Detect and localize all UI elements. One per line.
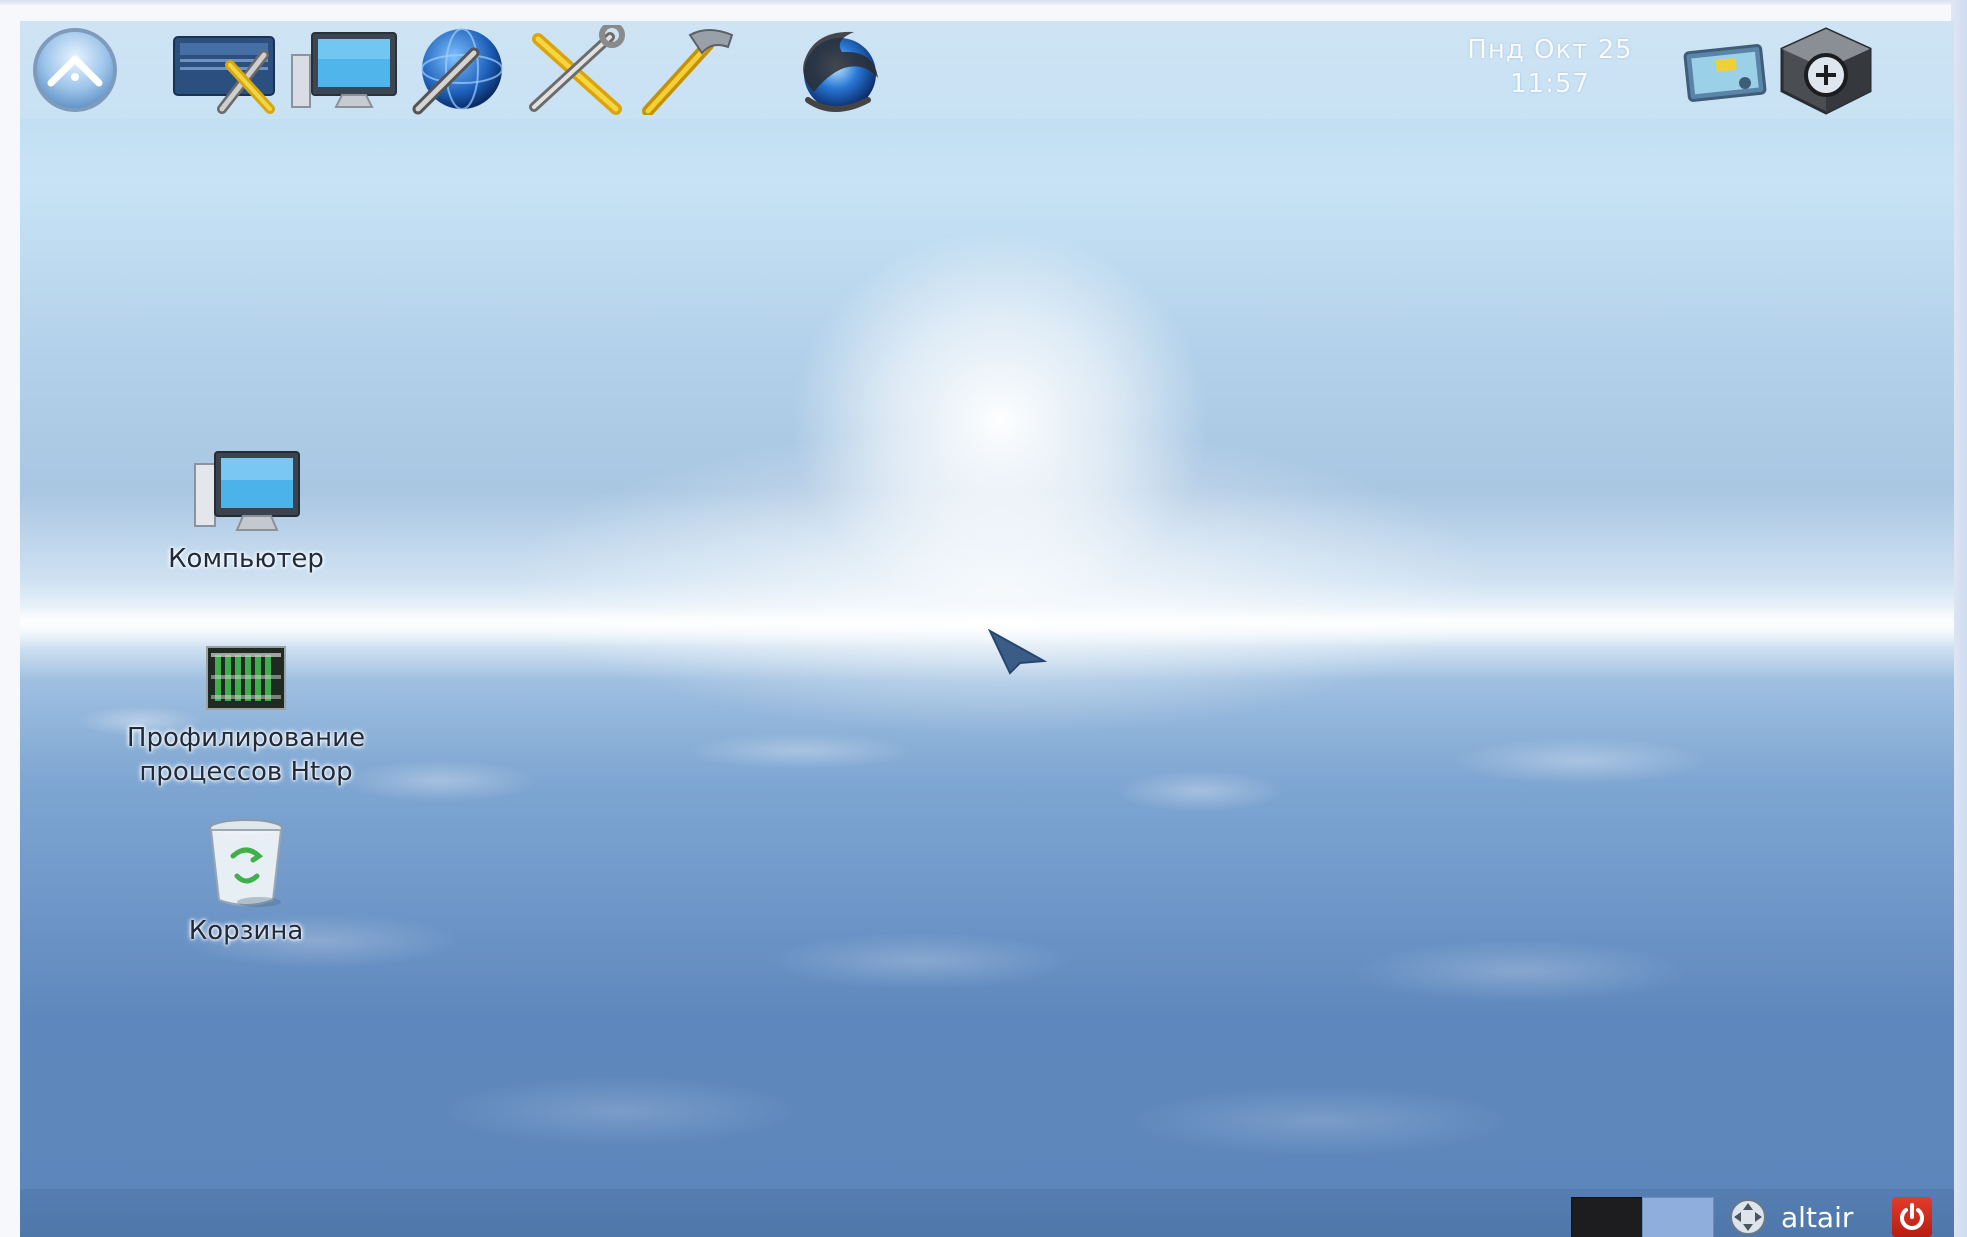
clock-date: Пнд Окт 25 <box>1467 35 1633 65</box>
network-settings-icon <box>412 28 503 115</box>
workspace-1-button[interactable] <box>1571 1197 1643 1237</box>
computer-icon <box>194 451 300 531</box>
desktop-icon-label: Компьютер <box>168 544 324 574</box>
hammer-icon <box>642 29 734 115</box>
panel-clock[interactable]: Пнд Окт 25 11:57 <box>1420 33 1680 101</box>
htop-icon <box>206 646 286 710</box>
clock-time: 11:57 <box>1510 69 1590 99</box>
system-tools-icon <box>529 25 625 115</box>
user-name: altair <box>1781 1200 1854 1234</box>
network-settings-launcher[interactable] <box>400 23 520 117</box>
trash-icon <box>209 819 283 907</box>
desktop-icon-label-line1: Профилирование <box>126 723 366 753</box>
my-computer-icon <box>291 32 397 108</box>
wallpaper-horizon <box>20 606 1954 646</box>
power-button[interactable] <box>1892 1197 1932 1237</box>
desktop-switcher-icon <box>1683 44 1767 102</box>
main-menu-icon <box>33 28 117 112</box>
top-panel: Пнд Окт 25 11:57 <box>20 21 1954 119</box>
control-center-icon <box>173 36 275 114</box>
workspace-2-button[interactable] <box>1642 1197 1714 1237</box>
mouse-cursor-icon <box>987 628 1048 679</box>
package-manager-icon <box>1780 27 1872 115</box>
package-manager-button[interactable] <box>1770 23 1882 117</box>
web-browser-launcher[interactable] <box>784 23 896 117</box>
development-tools-launcher[interactable] <box>632 23 744 117</box>
web-browser-icon <box>803 31 878 112</box>
bottom-panel: altair <box>20 1189 1954 1237</box>
system-tools-launcher[interactable] <box>520 23 632 117</box>
desktop-icon-htop[interactable]: Профилирование процессов Htop <box>96 641 396 789</box>
user-switch-icon <box>1730 1199 1766 1235</box>
my-computer-launcher[interactable] <box>288 23 400 117</box>
desktop-icon-computer[interactable]: Компьютер <box>96 446 396 576</box>
desktop-icon-trash[interactable]: Корзина <box>96 816 396 948</box>
desktop-switcher-button[interactable] <box>1680 23 1770 117</box>
control-center-launcher[interactable] <box>170 23 288 117</box>
desktop-icon-label: Корзина <box>188 916 304 946</box>
main-menu-button[interactable] <box>20 23 130 117</box>
user-menu[interactable]: altair <box>1725 1197 1853 1237</box>
desktop[interactable]: Пнд Окт 25 11:57 Компьютер Профилировани… <box>20 21 1954 1237</box>
frame-top-edge <box>0 0 1967 5</box>
power-icon <box>1900 1203 1924 1230</box>
desktop-icon-label-line2: процессов Htop <box>139 757 353 787</box>
